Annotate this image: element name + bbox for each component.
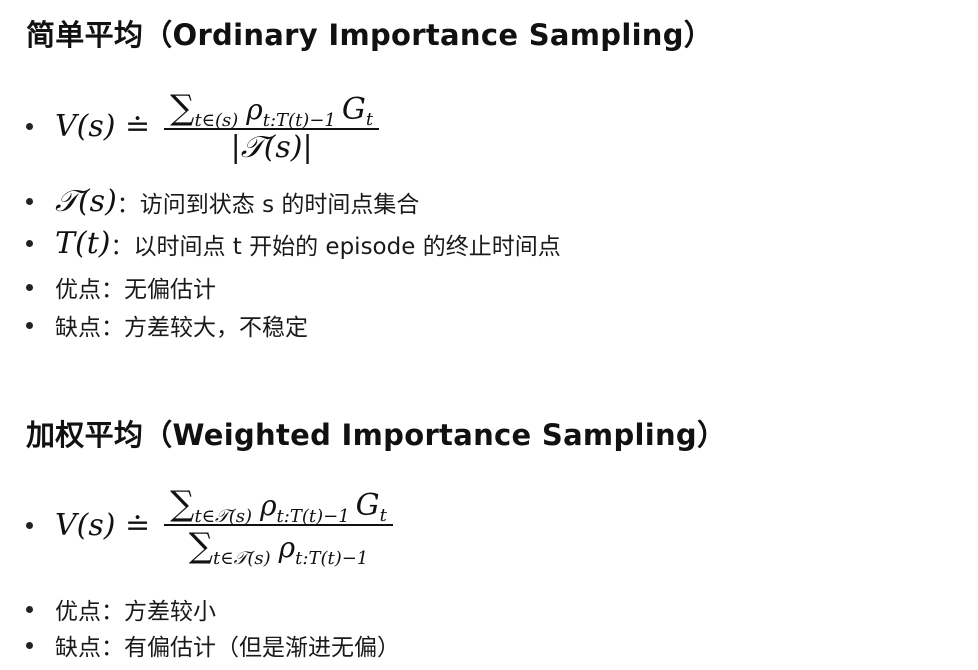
sum-symbol: ∑ (170, 484, 195, 524)
bullet-icon (26, 641, 33, 649)
sum-subscript: t∈(s) (194, 110, 239, 131)
rho-subscript: t:T(t)−1 (295, 548, 369, 569)
rho-subscript: t:T(t)−1 (262, 110, 336, 131)
bullet-icon (26, 283, 33, 291)
list-item: T(t) ：以时间点 t 开始的 episode 的终止时间点 (26, 226, 561, 261)
rho-symbol: ρ (260, 489, 277, 522)
rho-symbol: ρ (278, 531, 296, 564)
math-term: 𝒯(s) (55, 184, 117, 219)
ordinary-section-title: 简单平均（Ordinary Importance Sampling） (26, 18, 714, 52)
bullet-icon (26, 240, 33, 247)
formula-lhs: V(s) ≐ (55, 109, 151, 144)
formula-lhs: V(s) ≐ (55, 507, 151, 543)
list-item-text: 缺点：方差较大，不稳定 (55, 315, 308, 341)
fraction-denominator: ∑ t∈𝒯(s) ρ t:T(t)−1 (183, 526, 375, 569)
rho-symbol: ρ (246, 93, 263, 126)
sum-subscript: t∈𝒯(s) (194, 506, 253, 527)
fraction-denominator: |𝒯(s)| (225, 130, 319, 165)
list-item-text: 缺点：有偏估计（但是渐进无偏） (55, 635, 400, 661)
list-item: 缺点：方差较大，不稳定 (26, 308, 308, 342)
return-subscript: t (365, 109, 374, 130)
list-item: 优点：方差较小 (26, 592, 216, 626)
ordinary-formula: V(s) ≐ ∑ t∈(s) ρ t:T(t)−1 G t |𝒯(s)| (26, 88, 380, 165)
rho-subscript: t:T(t)−1 (276, 506, 350, 527)
bullet-icon (26, 521, 33, 529)
sum-symbol: ∑ (188, 526, 214, 566)
list-item-text: ：以时间点 t 开始的 episode 的终止时间点 (110, 233, 561, 260)
list-item-text: ：访问到状态 s 的时间点集合 (116, 191, 420, 218)
bullet-icon (26, 321, 33, 329)
weighted-section-title: 加权平均（Weighted Importance Sampling） (26, 418, 727, 452)
denominator-expression: |𝒯(s)| (230, 130, 313, 165)
list-item: 𝒯(s) ：访问到状态 s 的时间点集合 (26, 184, 419, 219)
fraction-numerator: ∑ t∈(s) ρ t:T(t)−1 G t (164, 88, 379, 131)
bullet-icon (26, 605, 33, 613)
sum-symbol: ∑ (170, 88, 195, 128)
bullet-icon (26, 123, 33, 130)
math-term: T(t) (55, 226, 111, 261)
sum-subscript: t∈𝒯(s) (213, 548, 271, 569)
weighted-formula: V(s) ≐ ∑ t∈𝒯(s) ρ t:T(t)−1 G t ∑ t∈𝒯(s) … (26, 484, 393, 569)
return-symbol: G (355, 488, 380, 523)
return-subscript: t (379, 505, 387, 526)
list-item-text: 优点：方差较小 (55, 599, 216, 625)
list-item-text: 优点：无偏估计 (55, 277, 216, 303)
fraction: ∑ t∈𝒯(s) ρ t:T(t)−1 G t ∑ t∈𝒯(s) ρ t:T(t… (164, 484, 393, 569)
return-symbol: G (341, 92, 366, 127)
fraction-numerator: ∑ t∈𝒯(s) ρ t:T(t)−1 G t (164, 484, 393, 527)
fraction: ∑ t∈(s) ρ t:T(t)−1 G t |𝒯(s)| (164, 88, 380, 165)
list-item: 缺点：有偏估计（但是渐进无偏） (26, 628, 400, 662)
list-item: 优点：无偏估计 (26, 270, 216, 304)
bullet-icon (26, 198, 33, 205)
